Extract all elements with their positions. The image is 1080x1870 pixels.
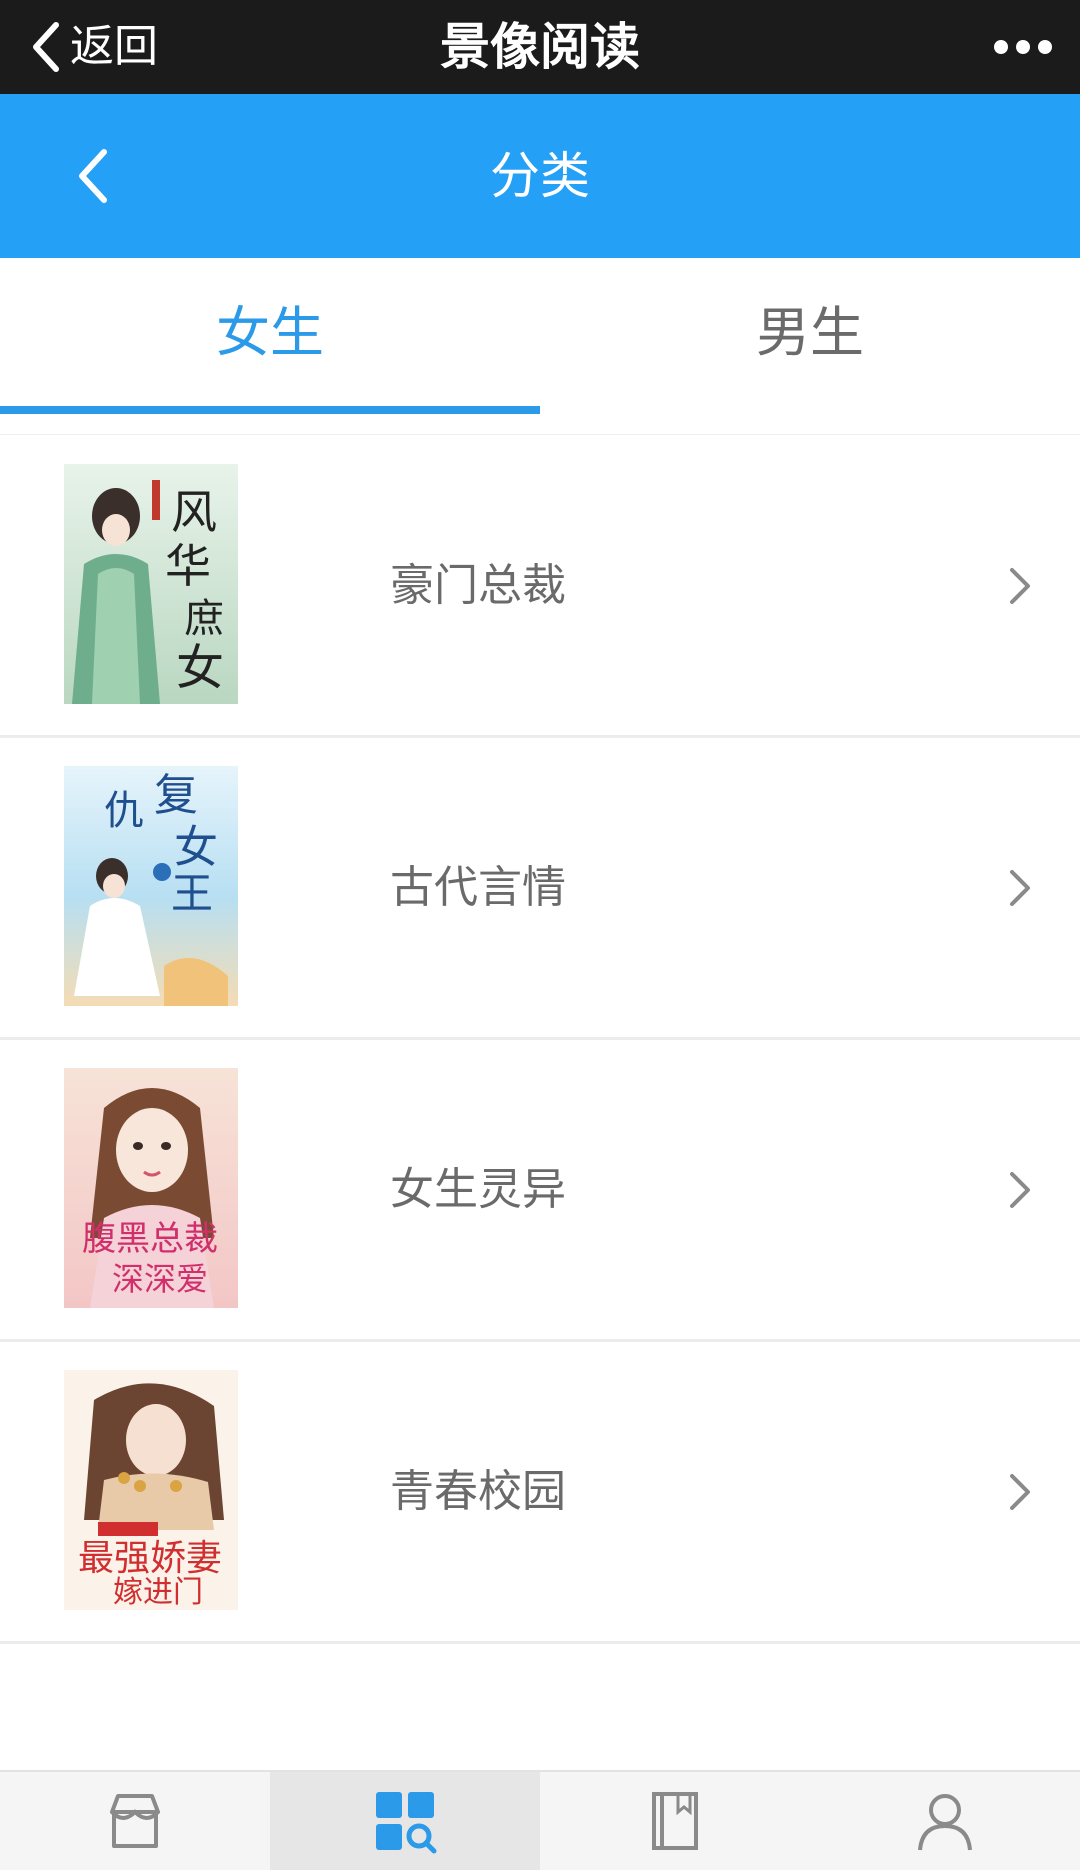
category-row-haomen-zongcai[interactable]: 风 华 庶 女 豪门总裁 — [0, 436, 1080, 738]
active-tab-indicator — [0, 406, 540, 414]
store-icon — [110, 1794, 160, 1848]
svg-text:最强娇妻: 最强娇妻 — [78, 1538, 222, 1579]
chevron-right-icon — [1010, 1474, 1030, 1510]
more-button[interactable] — [988, 22, 1058, 72]
bottom-nav-bookshelf[interactable] — [540, 1772, 810, 1870]
wechat-back-button[interactable]: 返回 — [28, 0, 158, 94]
svg-text:深深爱: 深深爱 — [112, 1260, 208, 1298]
wechat-back-label: 返回 — [70, 21, 158, 72]
bottom-nav-profile[interactable] — [810, 1772, 1080, 1870]
chevron-right-icon — [1010, 1172, 1030, 1208]
chevron-left-icon — [79, 149, 107, 203]
svg-text:女: 女 — [174, 822, 218, 873]
gender-tabs: 女生 男生 — [0, 258, 1080, 435]
chevron-right-icon — [1010, 870, 1030, 906]
category-label: 古代言情 — [390, 862, 566, 913]
category-row-nvsheng-lingyi[interactable]: 腹黑总裁 深深爱 女生灵异 — [0, 1040, 1080, 1342]
bottom-nav-category[interactable] — [270, 1772, 540, 1870]
bookshelf-icon — [652, 1792, 698, 1850]
svg-text:腹黑总裁: 腹黑总裁 — [82, 1219, 218, 1259]
category-row-qingchun-xiaoyuan[interactable]: 最强娇妻 嫁进门 青春校园 — [0, 1342, 1080, 1644]
app-header: 分类 — [0, 94, 1080, 258]
category-row-gudai-yanqing[interactable]: 仇 复 女 王 古代言情 — [0, 738, 1080, 1040]
book-cover: 仇 复 女 王 — [64, 766, 238, 1006]
page-title: 分类 — [490, 147, 590, 205]
tab-male[interactable]: 男生 — [540, 258, 1080, 434]
back-arrow-icon — [33, 22, 59, 72]
page: 返回 景像阅读 分类 女生 男生 风 华 庶 女 豪门总裁 仇 复 女 王 古代… — [0, 0, 1080, 1870]
category-list: 风 华 庶 女 豪门总裁 仇 复 女 王 古代言情 腹黑总裁 深深爱 女生灵异 … — [0, 436, 1080, 1644]
svg-text:王: 王 — [171, 869, 213, 918]
category-label: 女生灵异 — [390, 1164, 566, 1215]
svg-text:女: 女 — [176, 640, 224, 696]
book-cover: 风 华 庶 女 — [64, 464, 238, 704]
wechat-title: 景像阅读 — [440, 18, 640, 76]
svg-text:风: 风 — [171, 485, 217, 539]
svg-text:仇: 仇 — [104, 788, 144, 834]
category-search-icon — [376, 1792, 437, 1854]
more-dots-icon — [994, 40, 1052, 54]
bottom-nav-store[interactable] — [0, 1772, 270, 1870]
bottom-nav-bar — [0, 1770, 1080, 1870]
svg-text:华: 华 — [165, 539, 211, 593]
header-back-button[interactable] — [52, 136, 132, 216]
wechat-top-bar: 返回 景像阅读 — [0, 0, 1080, 94]
chevron-right-icon — [1010, 568, 1030, 604]
book-cover: 腹黑总裁 深深爱 — [64, 1068, 238, 1308]
svg-text:复: 复 — [154, 770, 198, 821]
svg-text:嫁进门: 嫁进门 — [113, 1575, 203, 1610]
user-icon — [918, 1794, 972, 1851]
category-label: 豪门总裁 — [390, 560, 566, 611]
svg-text:庶: 庶 — [184, 596, 224, 642]
category-label: 青春校园 — [390, 1466, 566, 1517]
book-cover: 最强娇妻 嫁进门 — [64, 1370, 238, 1610]
